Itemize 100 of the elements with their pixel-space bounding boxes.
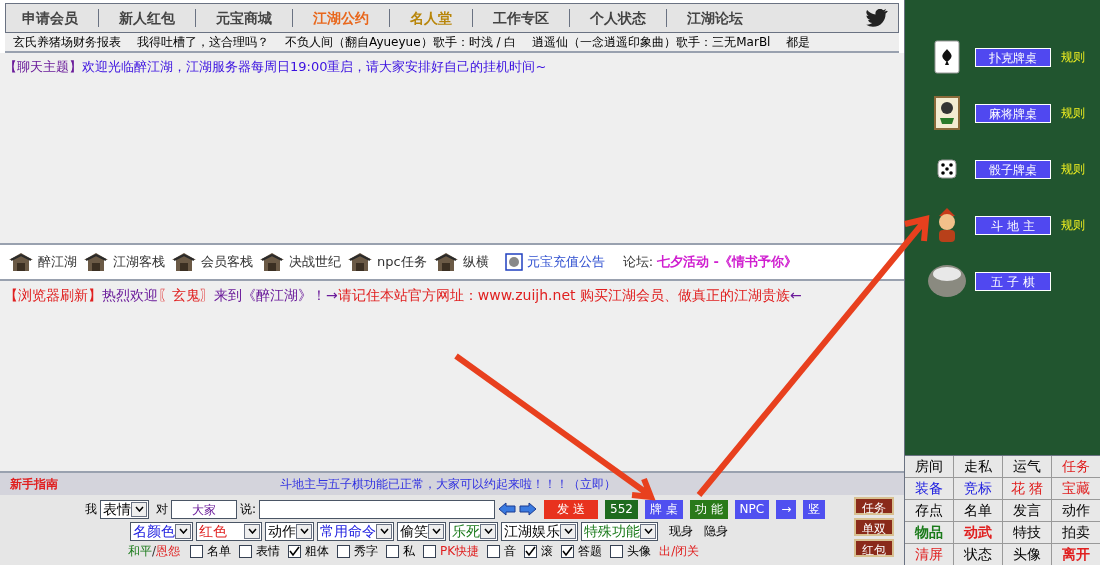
action-button[interactable]: 发 送 (544, 499, 599, 519)
game-table-button[interactable]: 骰子牌桌 (975, 159, 1051, 179)
action-button[interactable]: → (776, 499, 797, 519)
action-button[interactable]: 竖 (803, 499, 826, 519)
menu-item[interactable]: 竞标 (954, 478, 1002, 499)
checkbox[interactable] (487, 544, 501, 558)
dropdown[interactable]: 江湖娱乐 (501, 521, 578, 541)
dropdown[interactable]: 偷笑 (397, 521, 446, 541)
forum-link[interactable]: 七夕活动 -《情书予你》 (657, 252, 797, 272)
building-icon (432, 251, 459, 273)
ticker-link[interactable]: 逍遥仙（一念逍遥印象曲）歌手：三无MarBl (532, 33, 771, 51)
menu-item[interactable]: 任务 (1052, 456, 1100, 477)
checkbox[interactable] (561, 544, 575, 558)
nav-link[interactable]: 会员客栈 (201, 252, 253, 272)
menu-item[interactable]: 状态 (954, 544, 1002, 565)
rules-link[interactable]: 规则 (1061, 104, 1085, 122)
caret-icon[interactable] (379, 528, 389, 534)
nav-link[interactable]: 纵横 (462, 252, 489, 272)
game-table-button[interactable]: 斗 地 主 (975, 215, 1051, 235)
presence-link[interactable]: 隐身 (704, 522, 728, 540)
building-icon (8, 251, 34, 273)
menu-item[interactable]: 宝藏 (1052, 478, 1100, 499)
dropdown[interactable]: 表情 (100, 499, 149, 519)
menu-item[interactable]: 头像 (1003, 544, 1051, 565)
ticker-link[interactable]: 都是 (786, 33, 811, 51)
caret-icon[interactable] (643, 528, 653, 534)
checkbox-label: 头像 (627, 543, 652, 560)
menu-item[interactable]: 动武 (954, 522, 1002, 543)
action-button[interactable]: 功 能 (689, 499, 728, 519)
ticker-link[interactable]: 不负人间（翻自Ayueyue）歌手：时浅 / 白 (285, 33, 517, 51)
dropdown[interactable]: 乐死 (449, 521, 498, 541)
menu-item[interactable]: 离开 (1052, 544, 1100, 565)
caret-icon[interactable] (178, 528, 188, 534)
nav-link[interactable]: 江湖客栈 (113, 252, 165, 272)
checkbox[interactable] (386, 544, 400, 558)
caret-icon[interactable] (299, 528, 309, 534)
checkbox[interactable] (610, 544, 624, 558)
menu-item[interactable]: 特技 (1003, 522, 1051, 543)
action-button[interactable]: 牌 桌 (644, 499, 683, 519)
checkbox[interactable] (423, 544, 437, 558)
dropdown[interactable]: 红色 (196, 521, 262, 541)
menu-item[interactable]: 拍卖 (1052, 522, 1100, 543)
rules-link[interactable]: 规则 (1061, 160, 1085, 178)
nav-link[interactable]: 醉江湖 (38, 252, 77, 272)
bird-icon[interactable] (866, 9, 888, 27)
notice-link[interactable]: 元宝充值公告 (526, 252, 605, 272)
nav-link[interactable]: npc任务 (377, 252, 427, 272)
checkbox-label: 音 (504, 543, 517, 560)
left-arrow-icon[interactable] (498, 502, 517, 516)
side-button[interactable]: 任务 (854, 497, 894, 515)
menu-item[interactable]: 清屏 (905, 544, 953, 565)
menu-item[interactable]: 物品 (905, 522, 953, 543)
presence-link[interactable]: 现身 (669, 522, 693, 540)
menu-item[interactable]: 动作 (1052, 500, 1100, 521)
action-button[interactable]: 552 (605, 499, 638, 519)
nav-link[interactable]: 个人状态 (584, 7, 652, 29)
menu-item[interactable]: 花 猪 (1003, 478, 1051, 499)
rules-link[interactable]: 规则 (1061, 48, 1085, 66)
caret-icon[interactable] (247, 528, 257, 534)
ticker-link[interactable]: 玄氏养猪场财务报表 (13, 33, 121, 51)
nav-link[interactable]: 江湖论坛 (681, 7, 749, 29)
nav-link[interactable]: 新人红包 (113, 7, 181, 29)
right-arrow-icon[interactable] (519, 502, 538, 516)
dropdown[interactable]: 特殊功能 (581, 521, 658, 541)
nav-link[interactable]: 申请会员 (16, 7, 84, 29)
game-table-button[interactable]: 麻将牌桌 (975, 103, 1051, 123)
forum-label: 论坛: (622, 253, 654, 272)
message-input-field[interactable] (259, 499, 496, 519)
dropdown[interactable]: 名颜色 (130, 521, 193, 541)
side-button[interactable]: 红包 (854, 539, 894, 557)
target-field[interactable]: 大家 (171, 499, 237, 519)
game-table-button[interactable]: 扑克牌桌 (975, 47, 1051, 67)
peace-toggle[interactable]: 和平/恩怨 (128, 542, 181, 560)
nav-link[interactable]: 元宝商城 (210, 7, 278, 29)
ticker-link[interactable]: 我得吐槽了，这合理吗？ (137, 33, 269, 51)
menu-item[interactable]: 走私 (954, 456, 1002, 477)
menu-item[interactable]: 装备 (905, 478, 953, 499)
side-button[interactable]: 单双 (854, 518, 894, 536)
action-button[interactable]: NPC (734, 499, 770, 519)
exit-link[interactable]: 出/闭关 (659, 542, 700, 560)
menu-item[interactable]: 发言 (1003, 500, 1051, 521)
rules-link[interactable]: 规则 (1061, 216, 1085, 234)
nav-link[interactable]: 工作专区 (487, 7, 555, 29)
menu-item[interactable]: 存点 (905, 500, 953, 521)
checkbox[interactable] (337, 544, 351, 558)
dropdown[interactable]: 常用命令 (317, 521, 394, 541)
menu-item[interactable]: 名单 (954, 500, 1002, 521)
caret-icon[interactable] (483, 528, 493, 534)
checkbox[interactable] (190, 544, 204, 558)
caret-icon[interactable] (431, 528, 441, 534)
checkbox[interactable] (288, 544, 302, 558)
menu-item[interactable]: 房间 (905, 456, 953, 477)
dropdown[interactable]: 动作 (265, 521, 314, 541)
checkbox[interactable] (524, 544, 538, 558)
checkbox[interactable] (239, 544, 253, 558)
menu-item[interactable]: 运气 (1003, 456, 1051, 477)
nav-link[interactable]: 决战世纪 (289, 252, 341, 272)
caret-icon[interactable] (134, 506, 144, 512)
caret-icon[interactable] (563, 528, 573, 534)
game-table-button[interactable]: 五 子 棋 (975, 271, 1051, 291)
